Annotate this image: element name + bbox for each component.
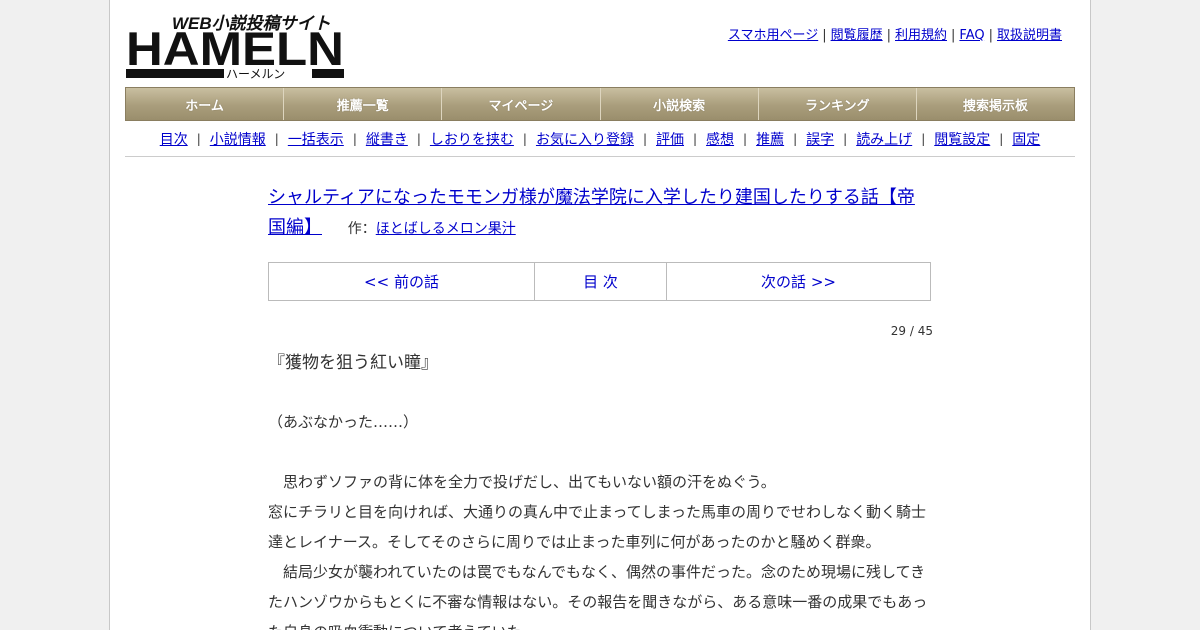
novel-subnav: 目次 | 小説情報 | 一括表示 | 縦書き | しおりを挟む | お気に入り登録 | 評価… [125, 122, 1075, 157]
separator: | [274, 132, 279, 146]
subnav-toc[interactable]: 目次 [160, 129, 188, 149]
logo-underline-left [126, 69, 224, 78]
link-faq[interactable]: FAQ [959, 28, 984, 43]
separator: | [642, 132, 647, 146]
separator: | [951, 28, 956, 43]
nav-search-board[interactable]: 捜索掲示板 [916, 88, 1075, 120]
separator: | [999, 132, 1004, 146]
subnav-rate[interactable]: 評価 [656, 129, 684, 149]
prev-episode-link[interactable]: << 前の話 [269, 263, 535, 300]
logo-underline-right [312, 69, 344, 78]
hameln-logo[interactable]: WEB小説投稿サイト HAMELN ハーメルン [126, 10, 346, 80]
nav-ranking[interactable]: ランキング [758, 88, 917, 120]
separator: | [988, 28, 993, 43]
body-paragraph: 窓にチラリと目を向ければ、大通りの真ん中で止まってしまった馬車の周りでせわしなく… [268, 503, 927, 551]
subnav-pin[interactable]: 固定 [1012, 129, 1040, 149]
separator: | [743, 132, 748, 146]
subnav-vertical[interactable]: 縦書き [366, 129, 408, 149]
subnav-comments[interactable]: 感想 [706, 129, 734, 149]
next-episode-link[interactable]: 次の話 >> [667, 263, 930, 300]
author-link[interactable]: ほとばしるメロン果汁 [376, 221, 516, 237]
subnav-read-aloud[interactable]: 読み上げ [856, 129, 912, 149]
nav-mypage[interactable]: マイページ [442, 88, 601, 120]
subnav-view-settings[interactable]: 閲覧設定 [934, 129, 990, 149]
link-manual[interactable]: 取扱説明書 [997, 28, 1062, 43]
separator: | [693, 132, 698, 146]
body-paragraph: 思わずソファの背に体を全力で投げだし、出てもいない額の汗をぬぐう。 [268, 473, 776, 491]
subnav-recommend[interactable]: 推薦 [756, 129, 784, 149]
top-links: スマホ用ページ | 閲覧履歴 | 利用規約 | FAQ | 取扱説明書 [728, 24, 1062, 43]
page-container: WEB小説投稿サイト HAMELN ハーメルン スマホ用ページ | 閲覧履歴 | 利用規… [109, 0, 1091, 630]
episode-pager: << 前の話 目 次 次の話 >> [268, 262, 931, 301]
global-nav: ホーム 推薦一覧 マイページ 小説検索 ランキング 捜索掲示板 [125, 87, 1075, 121]
nav-novel-search[interactable]: 小説検索 [600, 88, 759, 120]
separator: | [886, 28, 891, 43]
separator: | [522, 132, 527, 146]
episode-counter: 29 / 45 [890, 324, 933, 338]
separator: | [196, 132, 201, 146]
chapter-body: （あぶなかった……） 思わずソファの背に体を全力で投げだし、出てもいない額の汗を… [268, 407, 938, 630]
link-smartphone[interactable]: スマホ用ページ [728, 28, 818, 43]
nav-recommendations[interactable]: 推薦一覧 [284, 88, 443, 120]
separator: | [352, 132, 357, 146]
novel-header: シャルティアになったモモンガ様が魔法学院に入学したり建国したりする話【帝国編】 … [268, 183, 928, 244]
link-terms[interactable]: 利用規約 [895, 28, 947, 43]
separator: | [416, 132, 421, 146]
separator: | [822, 28, 827, 43]
body-paragraph: （あぶなかった……） [268, 413, 419, 431]
subnav-bookmark[interactable]: しおりを挟む [430, 129, 514, 149]
separator: | [921, 132, 926, 146]
nav-home[interactable]: ホーム [126, 88, 285, 120]
separator: | [793, 132, 798, 146]
author-prefix: 作： [347, 221, 376, 237]
chapter-title: 『獲物を狙う紅い瞳』 [268, 353, 438, 373]
subnav-favorite[interactable]: お気に入り登録 [536, 129, 634, 149]
separator: | [843, 132, 848, 146]
subnav-show-all[interactable]: 一括表示 [288, 129, 344, 149]
body-paragraph: 結局少女が襲われていたのは罠でもなんでもなく、偶然の事件だった。念のため現場に残… [268, 563, 928, 630]
toc-link[interactable]: 目 次 [535, 263, 667, 300]
logo-reading: ハーメルン [226, 67, 285, 80]
subnav-novel-info[interactable]: 小説情報 [210, 129, 266, 149]
subnav-typo[interactable]: 誤字 [806, 129, 834, 149]
link-history[interactable]: 閲覧履歴 [831, 28, 883, 43]
